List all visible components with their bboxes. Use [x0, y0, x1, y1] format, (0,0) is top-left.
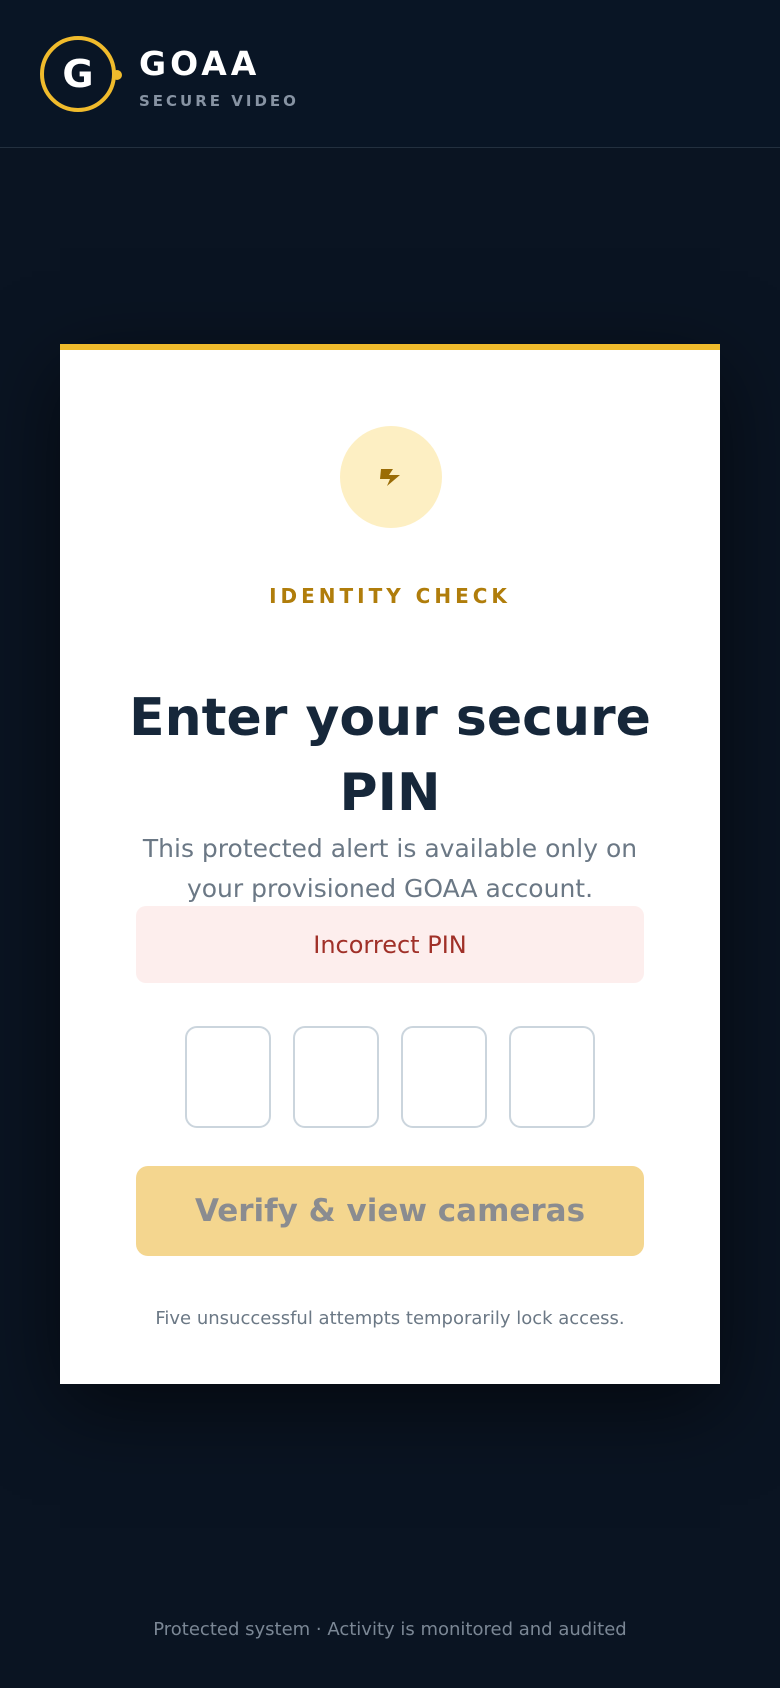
footer-notice: Protected system · Activity is monitored… [153, 1619, 627, 1640]
lightning-badge [340, 426, 442, 528]
pin-verification-card: IDENTITY CHECK Enter your secure PIN Thi… [60, 344, 720, 1384]
pin-digit-3[interactable] [401, 1026, 487, 1128]
brand-name: GOAA [139, 44, 261, 83]
pin-digit-4[interactable] [509, 1026, 595, 1128]
verify-button[interactable]: Verify & view cameras [136, 1166, 644, 1256]
logo-orbit-dot [112, 70, 122, 80]
eyebrow-label: IDENTITY CHECK [269, 584, 511, 608]
brand-tagline: SECURE VIDEO [139, 92, 299, 110]
pin-digit-1[interactable] [185, 1026, 271, 1128]
error-message: Incorrect PIN [136, 906, 644, 983]
lightning-bolt-icon [376, 467, 406, 487]
lockout-note: Five unsuccessful attempts temporarily l… [155, 1308, 625, 1329]
pin-digit-2[interactable] [293, 1026, 379, 1128]
logo-letter: G [62, 52, 94, 96]
page-subtitle: This protected alert is available only o… [142, 834, 638, 903]
app-header: G GOAA SECURE VIDEO [0, 0, 780, 148]
goaa-logo: G [40, 36, 122, 112]
page-title: Enter your secure PIN [129, 687, 651, 823]
